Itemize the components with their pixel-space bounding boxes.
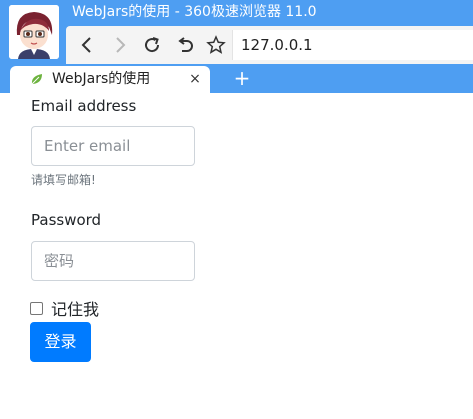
- browser-chrome: WebJars的使用 - 360极速浏览器 11.0 127.0.0.1 Web…: [0, 0, 473, 93]
- address-text: 127.0.0.1: [241, 36, 313, 54]
- browser-window: WebJars的使用 - 360极速浏览器 11.0 127.0.0.1 Web…: [0, 0, 473, 419]
- user-avatar[interactable]: [9, 5, 59, 59]
- star-icon: [206, 35, 226, 54]
- email-help-text: 请填写邮箱!: [31, 173, 96, 187]
- new-tab-button[interactable]: +: [233, 68, 251, 88]
- password-label: Password: [31, 211, 102, 229]
- back-button[interactable]: [74, 32, 100, 58]
- password-field[interactable]: [31, 241, 195, 281]
- chevron-left-icon: [81, 37, 91, 53]
- favorite-button[interactable]: [203, 32, 229, 58]
- remember-me-label[interactable]: 记住我: [51, 300, 99, 320]
- chevron-right-icon: [116, 37, 126, 53]
- address-bar[interactable]: 127.0.0.1: [232, 30, 473, 60]
- avatar-illustration: [9, 5, 59, 59]
- undo-button[interactable]: [172, 32, 198, 58]
- reload-button[interactable]: [139, 32, 165, 58]
- leaf-icon: [31, 74, 42, 85]
- forward-button[interactable]: [107, 32, 133, 58]
- tab-title: WebJars的使用: [52, 71, 151, 87]
- window-title: WebJars的使用 - 360极速浏览器 11.0: [72, 4, 317, 20]
- toolbar: 127.0.0.1: [66, 26, 473, 64]
- email-label: Email address: [31, 97, 137, 115]
- undo-icon: [178, 37, 193, 52]
- tab-webjars[interactable]: WebJars的使用 ×: [10, 66, 210, 93]
- close-tab-icon[interactable]: ×: [188, 72, 202, 86]
- reload-icon: [145, 37, 160, 53]
- email-field[interactable]: [31, 126, 195, 166]
- remember-me-checkbox[interactable]: [30, 302, 43, 315]
- login-button[interactable]: 登录: [30, 322, 91, 362]
